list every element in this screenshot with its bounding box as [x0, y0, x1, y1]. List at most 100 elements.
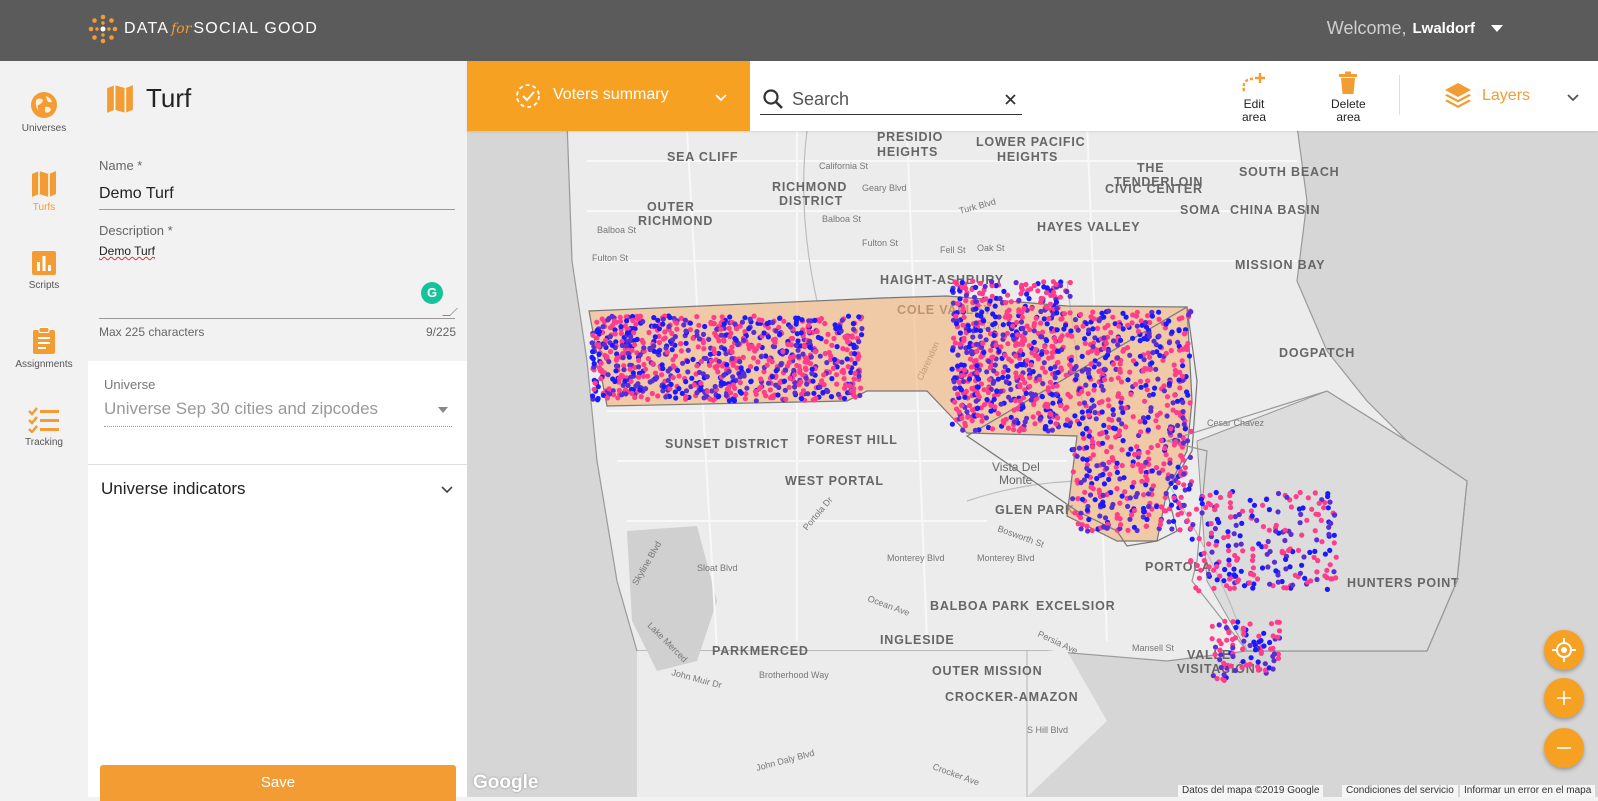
- report-map-error-link[interactable]: Informar un error en el mapa: [1460, 785, 1596, 797]
- voter-dot: [1249, 557, 1256, 563]
- voter-dot: [1213, 542, 1219, 548]
- voter-dot: [642, 366, 649, 372]
- voter-dot: [1134, 309, 1140, 315]
- voter-dot: [613, 319, 620, 325]
- voter-dot: [1024, 323, 1030, 329]
- dfsg-logo[interactable]: DATA for SOCIAL GOOD: [88, 12, 318, 46]
- voter-dot: [590, 393, 596, 399]
- terms-of-service-link[interactable]: Condiciones del servicio: [1342, 785, 1458, 797]
- voter-dot: [1147, 354, 1153, 360]
- voter-dot: [1084, 465, 1090, 471]
- voter-dot: [1110, 407, 1116, 413]
- rail-item-scripts[interactable]: Scripts: [0, 250, 88, 291]
- voter-dot: [1104, 465, 1110, 471]
- voter-dot: [1232, 552, 1238, 559]
- voter-dot: [1188, 428, 1195, 434]
- voter-dot: [1223, 625, 1229, 631]
- voter-dot: [1069, 333, 1075, 339]
- clear-search-icon[interactable]: [1005, 94, 1016, 105]
- voter-dot: [1140, 368, 1146, 374]
- resize-handle-icon[interactable]: [442, 308, 458, 316]
- rail-item-universes[interactable]: Universes: [0, 91, 88, 134]
- voter-dot: [1131, 479, 1137, 486]
- voter-dot: [817, 384, 823, 390]
- voter-dot: [1142, 419, 1148, 425]
- voter-dot: [1221, 677, 1227, 684]
- voter-dot: [1017, 384, 1023, 390]
- voter-dot: [1090, 309, 1096, 315]
- svg-text:California St: California St: [819, 161, 869, 171]
- rail-item-assignments[interactable]: Assignments: [0, 327, 88, 370]
- name-input[interactable]: Demo Turf: [99, 185, 455, 210]
- voter-dot: [709, 388, 715, 394]
- voter-dot: [1070, 469, 1076, 475]
- voter-dot: [1012, 398, 1019, 404]
- voter-dot: [1101, 377, 1108, 383]
- voter-dot: [741, 371, 747, 377]
- voter-dot: [812, 317, 818, 323]
- save-button[interactable]: Save: [100, 765, 456, 801]
- delete-area-button[interactable]: Delete area: [1331, 71, 1366, 124]
- voter-dot: [844, 347, 850, 353]
- voter-dot: [961, 335, 967, 341]
- voter-dot: [1217, 494, 1224, 501]
- voter-dot: [764, 362, 770, 368]
- voter-dot: [733, 337, 739, 343]
- my-location-button[interactable]: [1544, 630, 1584, 670]
- universe-select[interactable]: Universe Sep 30 cities and zipcodes: [104, 399, 452, 427]
- voter-dot: [1178, 494, 1184, 500]
- rail-item-turfs[interactable]: Turfs: [0, 170, 88, 213]
- voter-dot: [1106, 308, 1112, 314]
- voter-dot: [859, 326, 865, 332]
- map-canvas[interactable]: PRESIDIO HEIGHTS LOWER PACIFIC HEIGHTS THE…: [467, 61, 1598, 797]
- voter-dot: [1137, 378, 1144, 384]
- voter-dot: [1171, 518, 1177, 524]
- layers-dropdown[interactable]: Layers: [1482, 87, 1530, 105]
- zoom-in-button[interactable]: [1544, 678, 1584, 718]
- voter-dot: [1078, 515, 1084, 521]
- svg-text:OUTER MISSION: OUTER MISSION: [932, 664, 1042, 678]
- voter-dot: [1138, 318, 1144, 324]
- voter-dot: [809, 371, 815, 377]
- voter-dot: [1213, 489, 1219, 496]
- voter-dot: [1156, 333, 1162, 339]
- voter-dot: [1178, 510, 1184, 516]
- rail-item-tracking[interactable]: Tracking: [0, 407, 88, 448]
- voter-dot: [1331, 532, 1337, 538]
- voter-dot: [1180, 363, 1186, 369]
- voter-dot: [960, 378, 967, 385]
- voter-dot: [1155, 376, 1161, 382]
- voter-dot: [1164, 402, 1170, 408]
- search-input[interactable]: Search: [760, 83, 1022, 115]
- voter-dot: [1175, 480, 1181, 486]
- chevron-down-icon[interactable]: [1567, 94, 1579, 102]
- description-textarea[interactable]: Demo Turf G: [99, 244, 458, 319]
- edit-area-button[interactable]: Edit area: [1240, 71, 1268, 124]
- voter-dot: [1099, 430, 1105, 436]
- svg-text:SOUTH BEACH: SOUTH BEACH: [1239, 165, 1339, 179]
- voter-dot: [712, 330, 718, 336]
- voter-dot: [675, 367, 681, 374]
- chevron-down-icon[interactable]: [441, 486, 453, 494]
- voter-dot: [1125, 503, 1131, 509]
- voter-dot: [727, 314, 733, 320]
- layers-icon[interactable]: [1444, 82, 1472, 108]
- voter-dot: [637, 313, 643, 319]
- user-menu[interactable]: Welcome, Lwaldorf: [1327, 18, 1503, 39]
- voters-summary-dropdown[interactable]: Voters summary: [467, 61, 750, 131]
- voter-dot: [1084, 507, 1090, 513]
- voter-dot: [1173, 439, 1179, 445]
- voter-dot: [1149, 313, 1155, 319]
- voter-dot: [1256, 633, 1262, 639]
- voter-dot: [971, 294, 978, 300]
- voter-dot: [659, 372, 665, 378]
- voter-dot: [1120, 326, 1126, 332]
- grammarly-icon[interactable]: G: [421, 282, 443, 304]
- voter-dot: [839, 369, 845, 375]
- voter-dot: [1099, 399, 1105, 405]
- voter-dot: [773, 328, 779, 334]
- voter-dot: [1181, 421, 1187, 427]
- universe-indicators-toggle[interactable]: Universe indicators: [101, 479, 246, 499]
- svg-text:THE: THE: [1137, 161, 1164, 175]
- zoom-out-button[interactable]: [1544, 728, 1584, 768]
